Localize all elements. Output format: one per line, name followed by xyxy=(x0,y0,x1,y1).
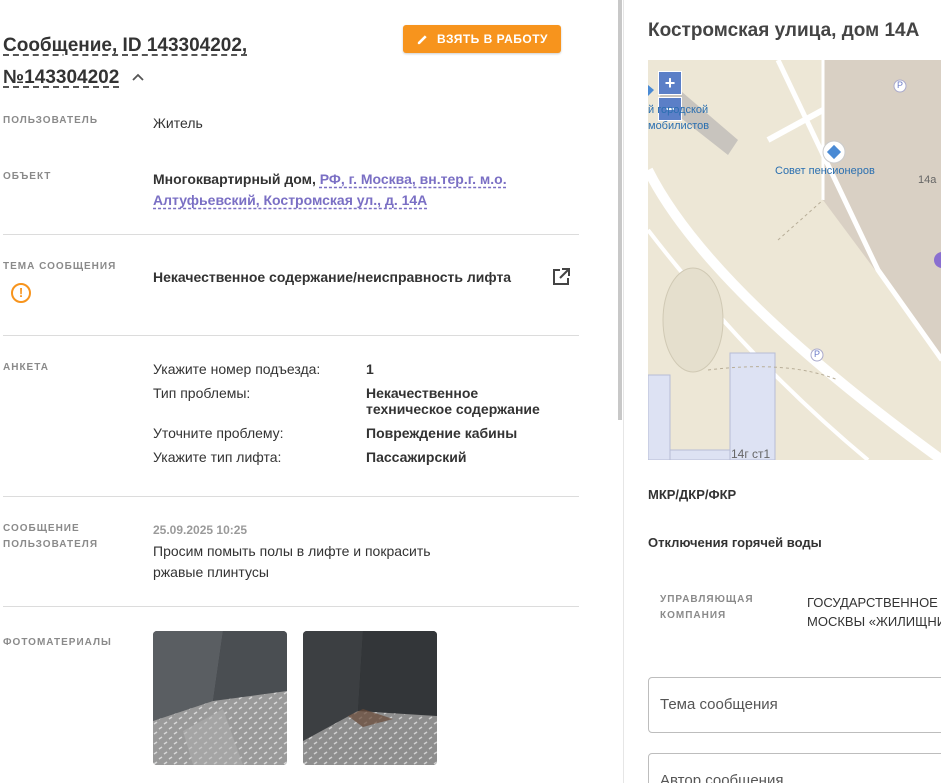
survey-answer: 1 xyxy=(366,361,374,377)
photos-label: ФОТОМАТЕРИАЛЫ xyxy=(3,637,112,648)
hot-water-section-title: Отключения горячей воды xyxy=(648,535,822,550)
management-company-label-line1: УПРАВЛЯЮЩАЯ xyxy=(660,594,754,605)
user-message-label-line1: СООБЩЕНИЕ xyxy=(3,523,80,534)
elevator-floor-image xyxy=(153,631,287,765)
map-parking-label: P xyxy=(814,349,821,359)
map-poi-label-partial: мобилистов xyxy=(648,120,710,132)
object-address-link-line2[interactable]: Алтуфьевский, Костромская ул., д. 14А xyxy=(153,192,427,208)
title-line1: Сообщение, ID 143304202, xyxy=(3,35,248,56)
message-topic-placeholder: Тема сообщения xyxy=(660,696,778,713)
location-panel: Костромская улица, дом 14А + − й городск… xyxy=(623,0,941,783)
topic-label: ТЕМА СООБЩЕНИЯ xyxy=(3,261,117,272)
warning-icon: ! xyxy=(11,283,31,303)
object-address-link[interactable]: РФ, г. Москва, вн.тер.г. м.о. xyxy=(320,171,507,187)
map-building-number: 14а xyxy=(918,174,937,186)
message-author-placeholder: Автор сообщения xyxy=(660,772,784,783)
divider xyxy=(3,606,579,607)
survey-question: Укажите тип лифта: xyxy=(153,449,282,465)
external-link-icon[interactable] xyxy=(551,267,571,287)
photo-thumbnail[interactable] xyxy=(153,631,287,765)
object-label: ОБЪЕКТ xyxy=(3,171,52,182)
topic-value: Некачественное содержание/неисправность … xyxy=(153,269,512,285)
map-building-number: 14г ст1 xyxy=(731,447,771,460)
user-message-label-line2: ПОЛЬЗОВАТЕЛЯ xyxy=(3,539,99,550)
user-message-label: СООБЩЕНИЕ ПОЛЬЗОВАТЕЛЯ xyxy=(3,521,98,553)
chevron-up-icon[interactable] xyxy=(131,71,145,85)
take-to-work-button[interactable]: ВЗЯТЬ В РАБОТУ xyxy=(403,25,561,53)
pencil-icon xyxy=(417,34,427,44)
map[interactable]: + − й городской мобилистов Совет пенсион… xyxy=(648,60,941,460)
message-topic-field[interactable]: Тема сообщения xyxy=(648,677,941,733)
management-company-label: УПРАВЛЯЮЩАЯ КОМПАНИЯ xyxy=(660,592,754,624)
photo-thumbnail[interactable] xyxy=(303,631,437,765)
survey-question: Укажите номер подъезда: xyxy=(153,361,321,377)
object-value: Многоквартирный дом, РФ, г. Москва, вн.т… xyxy=(153,169,533,211)
divider xyxy=(3,234,579,235)
mkr-section-title: МКР/ДКР/ФКР xyxy=(648,487,737,502)
take-to-work-label: ВЗЯТЬ В РАБОТУ xyxy=(436,32,548,46)
message-date: 25.09.2025 10:25 xyxy=(153,523,248,537)
survey-answer: Повреждение кабины xyxy=(366,425,518,441)
scrollbar[interactable] xyxy=(618,0,622,420)
elevator-corner-image xyxy=(303,631,437,765)
map-parking-label: P xyxy=(897,80,904,90)
survey-answer: Пассажирский xyxy=(366,449,467,465)
map-poi-council[interactable]: Совет пенсионеров xyxy=(775,165,875,177)
user-value: Житель xyxy=(153,115,203,131)
object-type: Многоквартирный дом, xyxy=(153,171,316,187)
survey-question: Уточните проблему: xyxy=(153,425,284,441)
management-company-label-line2: КОМПАНИЯ xyxy=(660,610,727,621)
address-title: Костромская улица, дом 14А xyxy=(648,20,920,41)
survey-answer: Некачественное техническое содержание xyxy=(366,385,540,417)
management-company-value-line2: МОСКВЫ «ЖИЛИЩНИ xyxy=(807,614,941,629)
user-label: ПОЛЬЗОВАТЕЛЬ xyxy=(3,115,99,126)
management-company-value-line1: ГОСУДАРСТВЕННОЕ xyxy=(807,595,938,610)
management-company-value: ГОСУДАРСТВЕННОЕ МОСКВЫ «ЖИЛИЩНИ xyxy=(807,593,941,631)
divider xyxy=(3,496,579,497)
message-author-field[interactable]: Автор сообщения xyxy=(648,753,941,783)
survey-label: АНКЕТА xyxy=(3,362,49,373)
divider xyxy=(3,335,579,336)
page-title[interactable]: Сообщение, ID 143304202, №143304202 xyxy=(3,30,383,94)
title-line2: №143304202 xyxy=(3,67,120,88)
message-detail-panel: Сообщение, ID 143304202, №143304202 ВЗЯТ… xyxy=(0,0,618,783)
map-poi-label-partial: й городской xyxy=(648,104,709,116)
message-text: Просим помыть полы в лифте и покрасить р… xyxy=(153,543,431,580)
survey-question: Тип проблемы: xyxy=(153,385,251,401)
map-zoom-in-button[interactable]: + xyxy=(658,71,682,95)
